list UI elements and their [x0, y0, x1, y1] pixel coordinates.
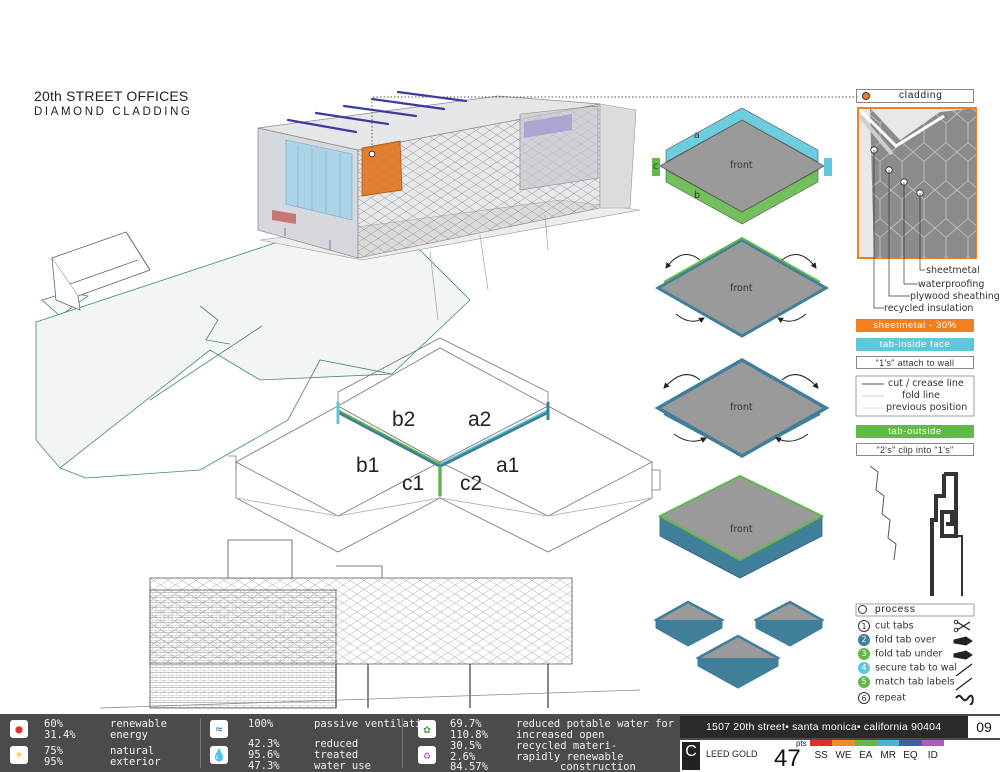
- stat-value: 95%: [44, 756, 63, 768]
- process-step-2: 2 fold tab over: [858, 634, 936, 646]
- process-step-5: 5 match tab labels: [858, 676, 955, 688]
- stat-label: construction: [560, 761, 636, 772]
- stat-value: 84.57%: [450, 761, 488, 772]
- process-step-label: secure tab to wal: [875, 662, 957, 674]
- step-number: 1: [858, 620, 870, 632]
- recycle-icon: ♻: [418, 746, 436, 764]
- tab-outside-bar: tab-outside: [856, 425, 974, 438]
- tab-inside-bar: tab-inside face: [856, 338, 974, 351]
- line-type-previous: previous position: [886, 402, 968, 413]
- panel-label-b2: b2: [392, 408, 416, 431]
- process-step-label: fold tab over: [875, 634, 936, 646]
- credit-letter: C: [685, 743, 697, 760]
- category-we: WE: [835, 750, 852, 761]
- cladding-detail: [857, 107, 977, 309]
- fold-step-2-label: front: [730, 283, 753, 294]
- fold-step-5: [653, 600, 825, 689]
- panel-label-a2: a2: [468, 408, 492, 431]
- stat-value: 31.4%: [44, 729, 76, 741]
- fold-step-3-label: front: [730, 402, 753, 413]
- materials-stats: ✿ ♻ 69.7% reduced potable water for 110.8…: [406, 716, 676, 772]
- process-step-label: cut tabs: [875, 620, 914, 632]
- elevation: [99, 539, 641, 709]
- step-number: 2: [858, 634, 870, 646]
- edge-label-b: b: [694, 190, 701, 201]
- category-color-ss: [810, 740, 833, 746]
- step-number: 4: [858, 662, 870, 674]
- category-mr: MR: [880, 750, 896, 761]
- clip-detail: [869, 465, 963, 596]
- line-type-fold: fold line: [902, 390, 940, 401]
- process-step-3: 3 fold tab under: [858, 648, 942, 660]
- process-step-1: 1 cut tabs: [858, 620, 914, 632]
- edge-label-a: a: [694, 130, 700, 141]
- layer-insulation: recycled insulation: [884, 303, 974, 314]
- line-type-cut: cut / crease line: [888, 378, 964, 389]
- layer-sheetmetal: sheetmetal: [926, 265, 980, 276]
- circle-icon: [858, 604, 867, 614]
- fold-step-1-label: front: [730, 160, 753, 171]
- points-value: 47: [774, 745, 801, 772]
- divider: [200, 718, 201, 768]
- category-color-ea: [854, 740, 877, 746]
- step-number: 3: [858, 648, 870, 660]
- category-ea: EA: [859, 750, 873, 761]
- legend-header: cladding: [856, 89, 974, 103]
- panel-label-b1: b1: [356, 454, 380, 477]
- bullet-icon: [862, 92, 870, 100]
- credit-small: cred-: [682, 764, 696, 770]
- stat-label: exterior: [110, 756, 161, 768]
- ventilation-stats: ≈ 💧 100% passive ventilation 42.3% reduced…: [204, 716, 434, 772]
- page-subtitle: DIAMOND CLADDING: [34, 106, 193, 118]
- points-unit: pts: [796, 739, 807, 748]
- wind-icon: ≈: [210, 720, 228, 738]
- category-id: ID: [927, 750, 938, 761]
- process-step-label: fold tab under: [875, 648, 943, 660]
- step-number: 6: [858, 692, 870, 704]
- process-step-4: 4 secure tab to wal: [858, 662, 957, 674]
- category-codes: SS WE EA MR EQ ID: [810, 750, 944, 761]
- process-header: process: [858, 604, 916, 615]
- process-step-6: 6 repeat: [858, 692, 906, 704]
- layer-waterproofing: waterproofing: [918, 279, 985, 290]
- layer-plywood: plywood sheathing: [910, 291, 1000, 302]
- category-color-eq: [899, 740, 922, 746]
- panel-label-c2: c2: [460, 472, 483, 495]
- attach-note: "1's" attach to wall: [856, 356, 974, 369]
- leed-rating: LEED GOLD: [706, 749, 758, 759]
- address-bar: 1507 20th street• santa monica• californ…: [680, 716, 968, 738]
- stat-value: 100%: [248, 718, 274, 730]
- fold-sequence: [652, 107, 832, 689]
- edge-label-c: c: [653, 161, 659, 172]
- leed-rating-box: C cred- LEED GOLD 47 pts SS WE EA MR EQ …: [680, 739, 1000, 772]
- process-heading: process: [875, 604, 916, 615]
- panel-label-c1: c1: [402, 472, 425, 495]
- stat-label: water use: [314, 760, 371, 772]
- category-color-id: [921, 740, 944, 746]
- legend-heading: cladding: [899, 90, 943, 101]
- stat-value: 47.3%: [248, 760, 280, 772]
- step-number: 5: [858, 676, 870, 688]
- category-ss: SS: [814, 750, 828, 761]
- divider: [402, 718, 403, 768]
- process-step-label: repeat: [875, 692, 906, 704]
- sheetmetal-bar: sheetmetal - 30%: [856, 319, 974, 332]
- stat-label: energy: [110, 729, 148, 741]
- category-eq: EQ: [903, 750, 918, 761]
- page-number: 09: [968, 716, 1000, 738]
- category-color-we: [832, 740, 855, 746]
- water-drop-icon: 💧: [210, 746, 228, 764]
- clip-note: "2's" clip into "1's": [856, 443, 974, 456]
- process-step-label: match tab labels: [875, 676, 955, 688]
- energy-stats: ● ☀ 60% renewable 31.4% energy 75% natural …: [0, 716, 200, 772]
- page-title: 20th STREET OFFICES: [34, 88, 189, 104]
- category-color-strip: [810, 740, 944, 746]
- category-color-mr: [876, 740, 900, 746]
- plant-icon: ✿: [418, 720, 436, 738]
- fold-step-4-label: front: [730, 524, 753, 535]
- sun-icon: ☀: [10, 746, 28, 764]
- lightbulb-icon: ●: [10, 720, 28, 738]
- panel-label-a1: a1: [496, 454, 520, 477]
